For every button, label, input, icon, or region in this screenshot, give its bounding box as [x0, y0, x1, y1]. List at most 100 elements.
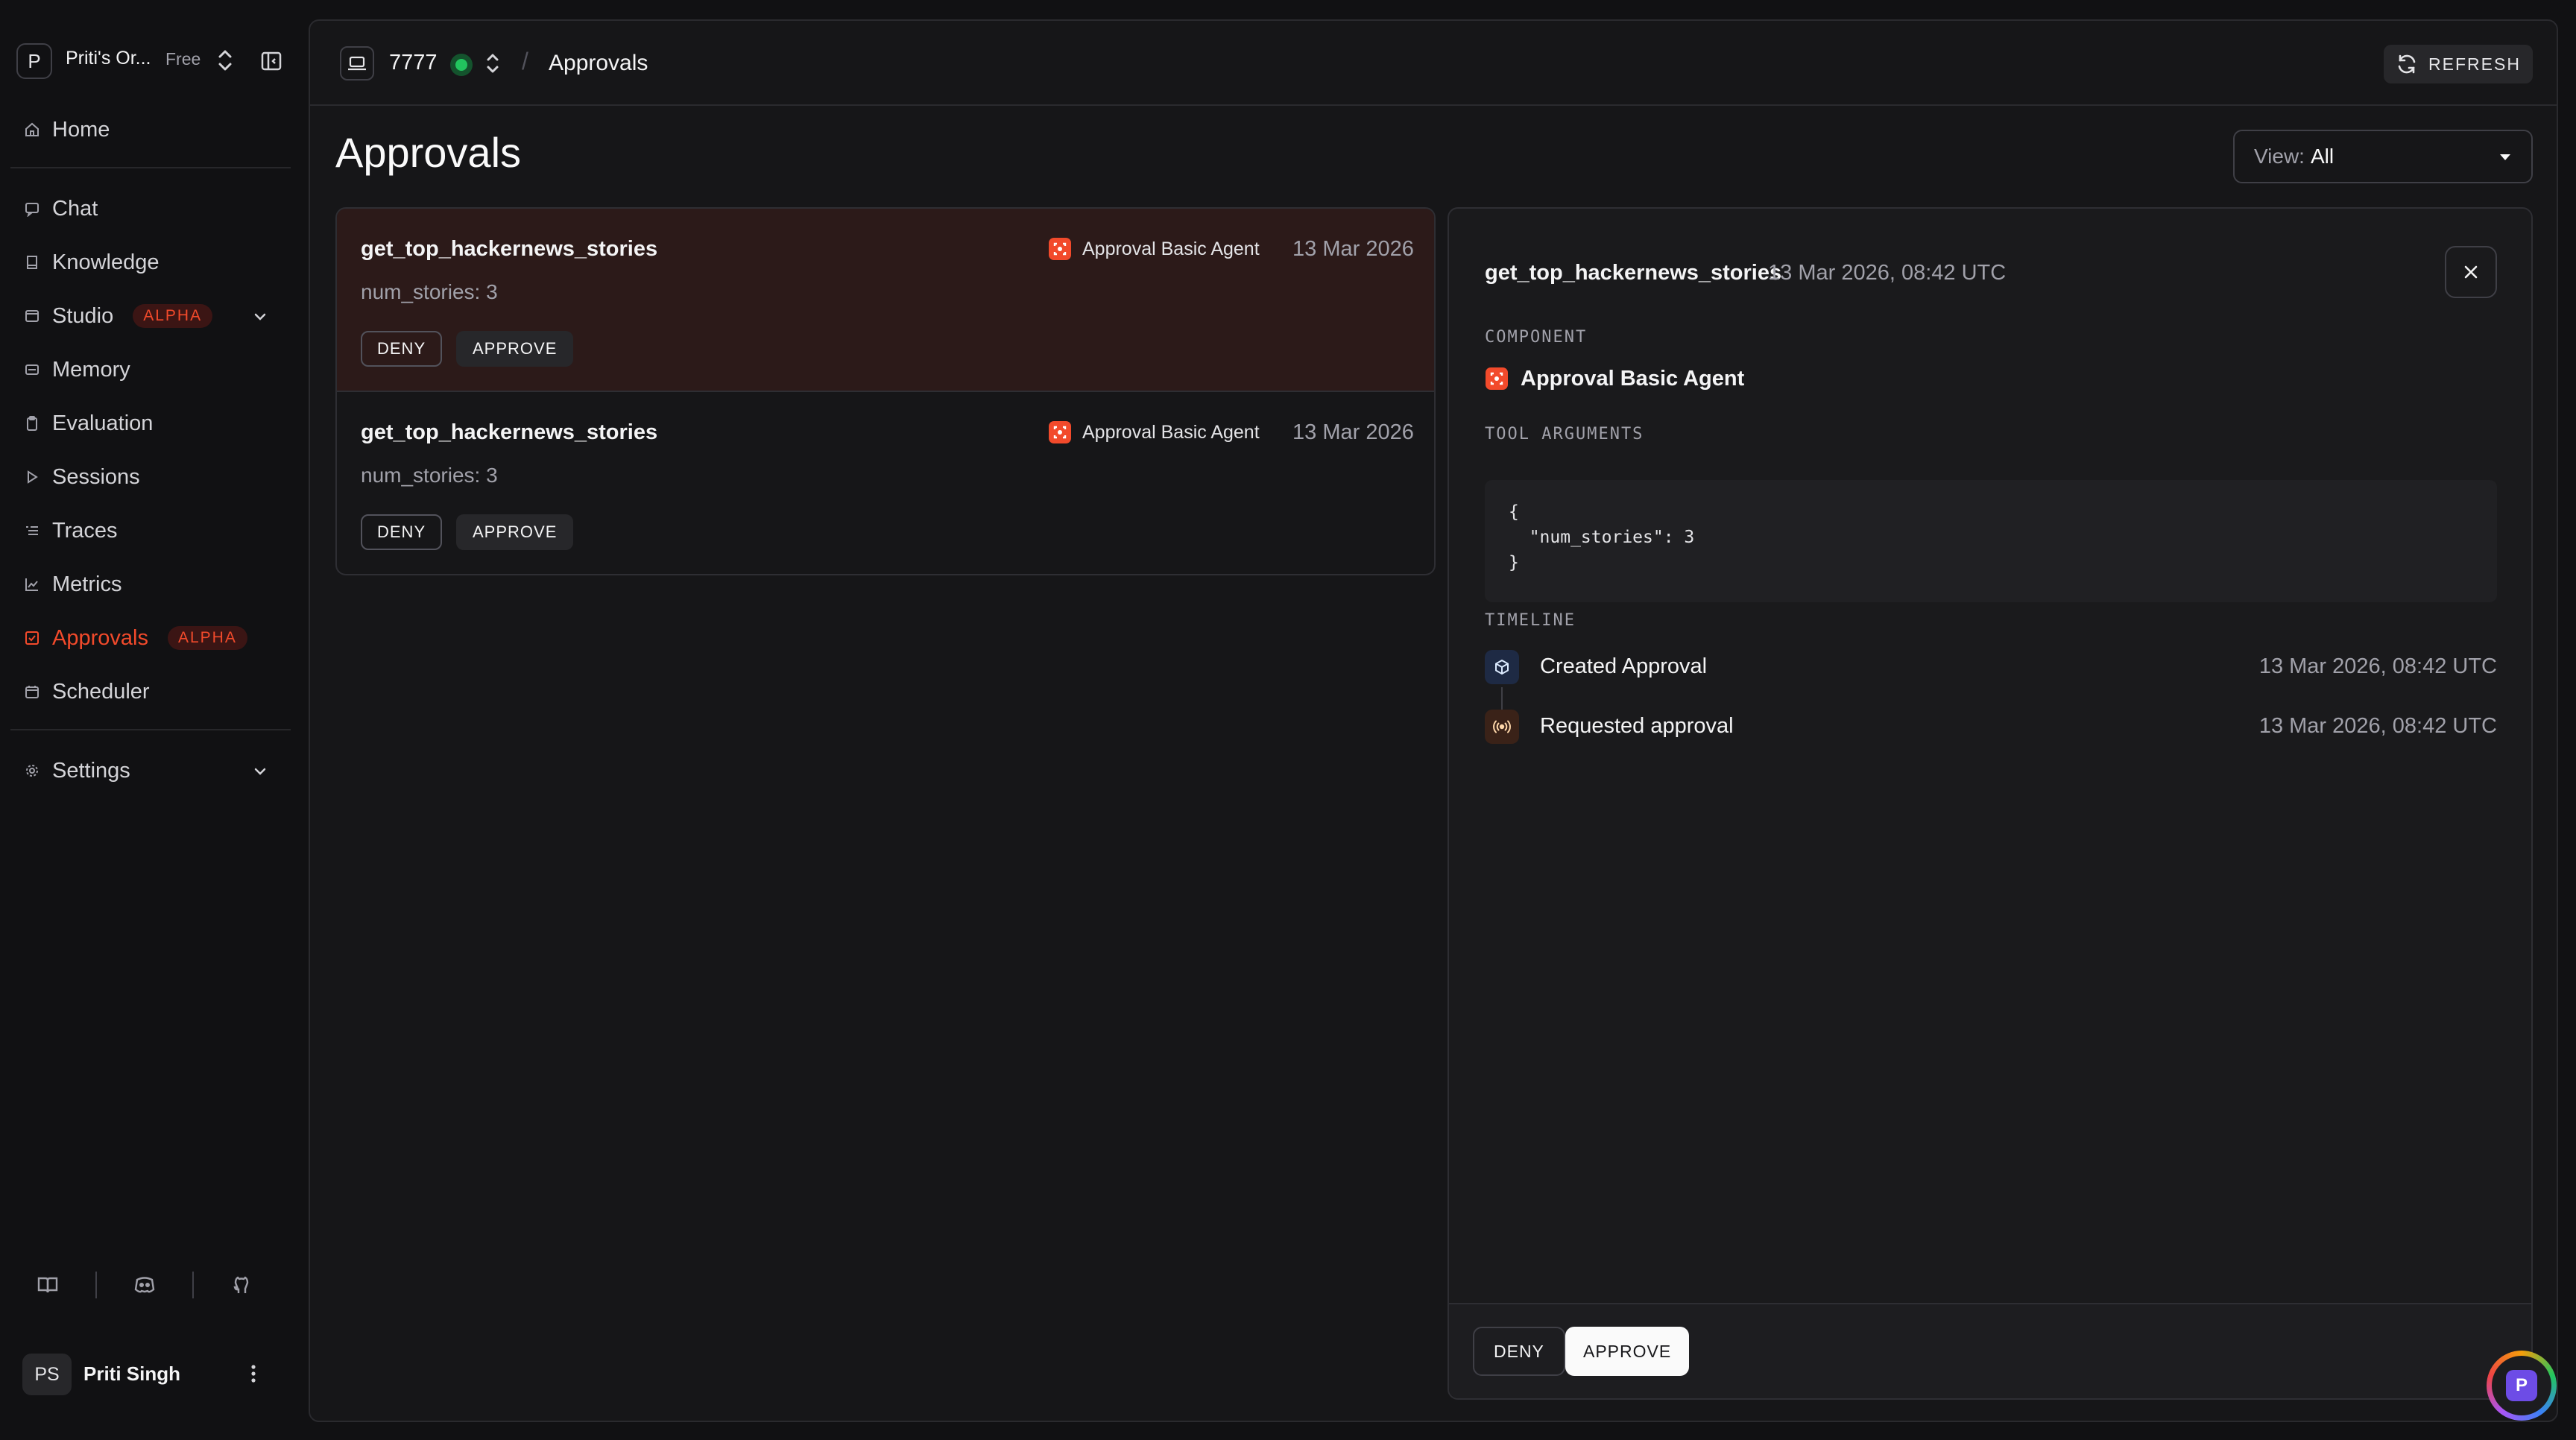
- timeline-event-time: 13 Mar 2026, 08:42 UTC: [2258, 714, 2497, 738]
- assistant-fab-inner: P: [2492, 1356, 2551, 1415]
- chevron-down-icon[interactable]: [252, 763, 268, 780]
- footer-separator: [95, 1272, 97, 1298]
- discord-icon[interactable]: [133, 1273, 157, 1297]
- sidebar-item-label: Metrics: [52, 572, 122, 596]
- environment-switch-chevrons-icon[interactable]: [484, 51, 501, 76]
- main-panel: 7777 / Approvals REFRESH Approvals View:…: [309, 19, 2558, 1422]
- breadcrumb-separator: /: [522, 48, 528, 75]
- sidebar-item-label: Chat: [52, 196, 98, 221]
- sidebar-item-label: Knowledge: [52, 250, 160, 274]
- sidebar-item-label: Traces: [52, 518, 118, 543]
- sidebar-item-sessions[interactable]: Sessions: [10, 455, 291, 499]
- refresh-button[interactable]: REFRESH: [2384, 45, 2533, 83]
- approval-date: 13 Mar 2026: [1292, 420, 1414, 444]
- cube-icon: [1485, 650, 1519, 684]
- sidebar-collapse-icon[interactable]: [259, 49, 283, 73]
- window-icon: [25, 310, 39, 322]
- approval-tool-name: get_top_hackernews_stories: [361, 237, 658, 261]
- timeline-event-label: Created Approval: [1540, 654, 1708, 678]
- alpha-badge: ALPHA: [167, 626, 247, 650]
- environment-selector[interactable]: [340, 46, 374, 80]
- approvals-list: get_top_hackernews_stories Approval Basi…: [335, 207, 1436, 575]
- org-switch-chevrons-icon[interactable]: [216, 48, 234, 73]
- approve-button[interactable]: APPROVE: [456, 331, 574, 367]
- detail-footer-divider: [1449, 1303, 2531, 1304]
- sidebar-item-knowledge[interactable]: Knowledge: [10, 240, 291, 285]
- timeline-heading: TIMELINE: [1485, 611, 1576, 630]
- home-icon: [25, 122, 39, 136]
- sidebar-item-home[interactable]: Home: [10, 107, 291, 152]
- chevron-down-icon[interactable]: [252, 309, 268, 325]
- sidebar-item-studio[interactable]: Studio ALPHA: [10, 294, 291, 338]
- laptop-icon: [348, 56, 366, 71]
- calendar-icon: [25, 686, 39, 698]
- docs-book-icon[interactable]: [36, 1273, 60, 1297]
- caret-down-icon: [2500, 154, 2510, 160]
- assistant-fab-button[interactable]: P: [2487, 1351, 2557, 1421]
- check-square-icon: [25, 631, 39, 645]
- status-online-indicator: [450, 54, 473, 76]
- view-filter-label: View:: [2254, 145, 2305, 168]
- deny-button[interactable]: DENY: [361, 331, 443, 367]
- play-icon: [28, 470, 38, 484]
- component-heading: COMPONENT: [1485, 328, 1588, 347]
- agent-icon: [1486, 367, 1508, 390]
- page-title: Approvals: [335, 129, 522, 176]
- timeline-event-time: 13 Mar 2026, 08:42 UTC: [2258, 654, 2497, 678]
- gear-icon: [26, 765, 38, 777]
- tool-arguments-code: { "num_stories": 3 }: [1485, 480, 2497, 602]
- sidebar-item-label: Evaluation: [52, 411, 154, 435]
- sidebar-divider: [10, 729, 291, 730]
- sidebar-item-scheduler[interactable]: Scheduler: [10, 669, 291, 714]
- user-avatar[interactable]: PS: [22, 1354, 72, 1395]
- sidebar-item-label: Home: [52, 117, 110, 142]
- environment-name[interactable]: 7777: [389, 51, 438, 75]
- sidebar-item-memory[interactable]: Memory: [10, 347, 291, 392]
- approve-button[interactable]: APPROVE: [1565, 1327, 1690, 1376]
- breadcrumb-current-page: Approvals: [549, 51, 648, 75]
- user-name: Priti Singh: [83, 1362, 180, 1385]
- assistant-logo: P: [2506, 1370, 2537, 1401]
- approve-button[interactable]: APPROVE: [456, 514, 574, 550]
- sidebar-item-traces[interactable]: Traces: [10, 508, 291, 553]
- sidebar-item-metrics[interactable]: Metrics: [10, 562, 291, 607]
- sidebar-item-label: Studio: [52, 303, 114, 328]
- github-icon[interactable]: [230, 1273, 253, 1297]
- approval-args: num_stories: 3: [361, 464, 498, 487]
- chat-icon: [25, 203, 39, 217]
- agent-icon: [1049, 238, 1071, 260]
- org-name[interactable]: Priti's Or...: [66, 48, 151, 69]
- sidebar-item-chat[interactable]: Chat: [10, 186, 291, 231]
- deny-button[interactable]: DENY: [1473, 1327, 1565, 1376]
- sidebar-item-approvals[interactable]: Approvals ALPHA: [10, 616, 291, 660]
- org-plan-label: Free: [165, 49, 201, 69]
- sidebar-divider: [10, 167, 291, 168]
- book-icon: [27, 256, 37, 269]
- timeline-event-label: Requested approval: [1540, 714, 1734, 738]
- approval-row[interactable]: get_top_hackernews_stories Approval Basi…: [337, 392, 1434, 574]
- approval-tool-name: get_top_hackernews_stories: [361, 420, 658, 444]
- approval-date: 13 Mar 2026: [1292, 237, 1414, 261]
- approval-agent-name: Approval Basic Agent: [1082, 422, 1260, 443]
- more-vertical-icon[interactable]: [244, 1362, 262, 1385]
- approval-detail-panel: get_top_hackernews_stories 13 Mar 2026, …: [1448, 207, 2533, 1400]
- sidebar-item-evaluation[interactable]: Evaluation: [10, 401, 291, 446]
- approval-row[interactable]: get_top_hackernews_stories Approval Basi…: [337, 209, 1434, 391]
- refresh-label: REFRESH: [2428, 54, 2521, 74]
- clipboard-icon: [27, 416, 37, 431]
- sidebar-item-label: Memory: [52, 357, 130, 382]
- close-icon: [2464, 265, 2478, 279]
- chart-line-icon: [25, 578, 38, 591]
- close-detail-button[interactable]: [2445, 246, 2497, 298]
- approval-args: num_stories: 3: [361, 280, 498, 303]
- view-filter-select[interactable]: View: All: [2233, 130, 2533, 183]
- detail-tool-name: get_top_hackernews_stories: [1485, 261, 1782, 285]
- deny-button[interactable]: DENY: [361, 514, 443, 550]
- detail-datetime: 13 Mar 2026, 08:42 UTC: [1768, 261, 2007, 285]
- org-avatar[interactable]: P: [16, 43, 52, 79]
- sidebar-item-label: Sessions: [52, 464, 140, 489]
- topbar-divider: [310, 104, 2557, 106]
- sidebar-item-settings[interactable]: Settings: [10, 748, 291, 793]
- component-name[interactable]: Approval Basic Agent: [1521, 367, 1744, 391]
- sidebar-item-label: Settings: [52, 758, 130, 783]
